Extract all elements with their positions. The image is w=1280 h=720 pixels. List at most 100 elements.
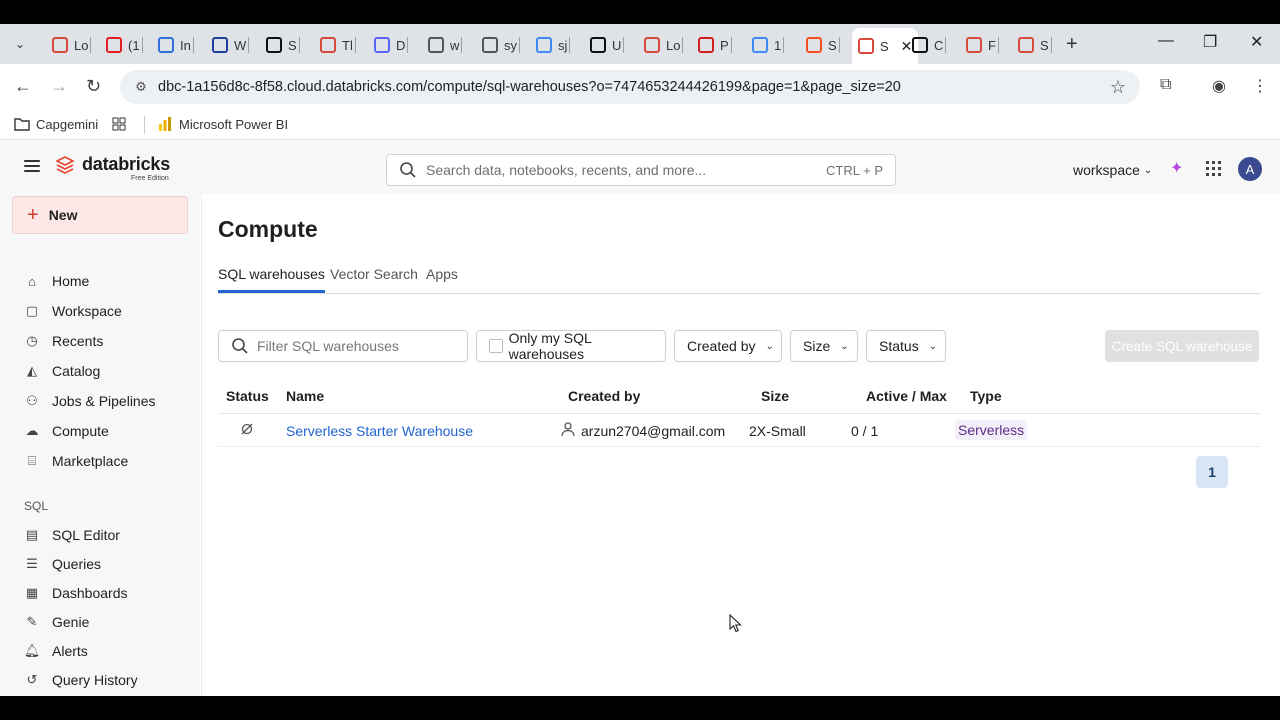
status-filter[interactable]: Status ⌄ [866,330,946,362]
logo-text: databricks [82,154,171,174]
bookmark-power-bi[interactable]: Microsoft Power BI [157,116,288,132]
tab-title: S [288,37,297,53]
forward-icon[interactable]: → [50,76,68,97]
global-search-input[interactable]: Search data, notebooks, recents, and mor… [386,154,896,186]
search-shortcut: CTRL + P [826,162,883,178]
browser-tab[interactable]: (1 [100,32,143,58]
workspace-switcher[interactable]: workspace ⌄ [1073,162,1152,178]
browser-tab[interactable]: Tl [314,32,356,58]
databricks-icon [966,37,982,53]
new-tab-button[interactable]: + [1066,33,1078,56]
databricks-logo[interactable]: databricks [56,154,170,175]
sidebar-item-jobs-pipelines[interactable]: ⚇ Jobs & Pipelines [12,388,188,414]
sidebar-item-genie[interactable]: ✎ Genie [12,609,188,635]
tab-vector-search[interactable]: Vector Search [330,266,418,290]
only-my-warehouses-checkbox[interactable]: Only my SQL warehouses [476,330,666,362]
url-text: dbc-1a156d8c-8f58.cloud.databricks.com/c… [158,79,901,95]
size-filter[interactable]: Size ⌄ [790,330,858,362]
restore-icon[interactable]: ❐ [1203,32,1217,52]
minimize-icon[interactable]: — [1158,32,1174,50]
cloud-icon: ☁ [25,423,39,438]
sidebar-item-home[interactable]: ⌂ Home [12,268,188,294]
jobs-icon: ⚇ [26,393,38,408]
medium-icon [590,37,606,53]
new-button-label: New [48,207,78,223]
tab-title: W [234,37,247,53]
tab-search-icon[interactable]: ⌄ [8,32,32,56]
browser-tab[interactable]: Lo [638,32,684,58]
bookmark-capgemini[interactable]: Capgemini [14,116,98,132]
sidebar-item-queries[interactable]: ☰ Queries [12,551,188,577]
new-button[interactable]: + New [12,196,188,234]
checkbox-box[interactable] [489,339,503,353]
browser-tab[interactable]: sy [476,32,520,58]
warehouse-name-link[interactable]: Serverless Starter Warehouse [286,423,473,439]
create-sql-warehouse-button[interactable]: Create SQL warehouse [1105,330,1259,362]
tab-separator [838,37,840,53]
tab-apps[interactable]: Apps [426,266,458,290]
page-1-button[interactable]: 1 [1196,456,1228,488]
browser-tab[interactable]: C [906,32,947,58]
search-icon [400,162,416,178]
browser-tab[interactable]: Lo [46,32,92,58]
bell-icon: 🔔︎ [23,643,41,658]
tab-title: sj [558,37,568,53]
bookmark-star-icon[interactable]: ☆ [1110,77,1126,98]
tab-sql-warehouses[interactable]: SQL warehouses [218,266,325,293]
bookmark-label: Capgemini [36,116,99,132]
created-by-filter-label: Created by [687,338,756,354]
tab-strip: ⌄ Lo (1 In W S Tl Dw sy sj U Lo P 1 S S ✕ C F S + — ❐ ✕ [0,24,1280,64]
sidebar-item-workspace[interactable]: ▢ Workspace [12,298,188,324]
column-type[interactable]: Type [970,388,1002,404]
browser-tab[interactable]: sj [530,32,571,58]
bookmark-apps[interactable] [111,116,127,132]
created-by-filter[interactable]: Created by ⌄ [674,330,782,362]
extensions-icon[interactable]: ⧉ [1160,76,1171,94]
address-bar[interactable]: ⚙ dbc-1a156d8c-8f58.cloud.databricks.com… [120,70,1140,104]
folder-icon: ▢ [25,303,39,318]
back-icon[interactable]: ← [14,76,32,97]
site-info-icon[interactable]: ⚙ [132,78,150,96]
browser-tab[interactable]: 1 [746,32,785,58]
sidebar-item-sql-editor[interactable]: ▤ SQL Editor [12,522,188,548]
reload-icon[interactable]: ↻ [86,76,101,97]
browser-tab[interactable]: W [206,32,250,58]
browser-tab[interactable]: P [692,32,732,58]
apps-grid-icon[interactable] [1206,161,1221,176]
sidebar-item-marketplace[interactable]: ⌸ Marketplace [12,448,188,474]
browser-tab[interactable]: F [960,32,999,58]
search-icon [232,338,248,354]
column-name[interactable]: Name [286,388,324,404]
assistant-sparkle-icon[interactable]: ✦ [1170,158,1183,178]
discord-icon [374,37,390,53]
sidebar-item-recents[interactable]: ◷ Recents [12,328,188,354]
browser-tab[interactable]: U [584,32,625,58]
sidebar-item-query-history[interactable]: ↺ Query History [12,667,188,693]
column-size[interactable]: Size [761,388,789,404]
sidebar-item-compute[interactable]: ☁ Compute [12,418,188,444]
browser-tab[interactable]: w [422,32,463,58]
browser-tab[interactable]: S [260,32,300,58]
browser-tab[interactable]: In [152,32,194,58]
column-created-by[interactable]: Created by [568,388,640,404]
tab-title: S [880,38,889,54]
sidebar-item-dashboards[interactable]: ▦ Dashboards [12,580,188,606]
hamburger-menu-icon[interactable] [24,160,40,172]
browser-tab[interactable]: S [800,32,840,58]
column-status[interactable]: Status [226,388,269,404]
profile-icon[interactable]: ◉ [1212,76,1226,96]
tab-separator [298,37,300,53]
browser-tab[interactable]: D [368,32,409,58]
sidebar-item-label: Query History [52,672,138,688]
filter-warehouses-input[interactable]: Filter SQL warehouses [218,330,468,362]
close-window-icon[interactable]: ✕ [1250,32,1263,52]
avatar[interactable]: A [1238,157,1262,181]
sidebar-item-alerts[interactable]: 🔔︎ Alerts [12,638,188,664]
sidebar-item-label: Alerts [52,643,88,659]
databricks-icon [1018,37,1034,53]
table-row[interactable]: Serverless Starter Warehouse arzun2704@g… [218,415,1261,447]
menu-icon[interactable]: ⋮ [1252,76,1268,96]
column-active-max[interactable]: Active / Max [866,388,947,404]
sidebar-item-catalog[interactable]: ◭ Catalog [12,358,188,384]
browser-tab[interactable]: S [1012,32,1052,58]
